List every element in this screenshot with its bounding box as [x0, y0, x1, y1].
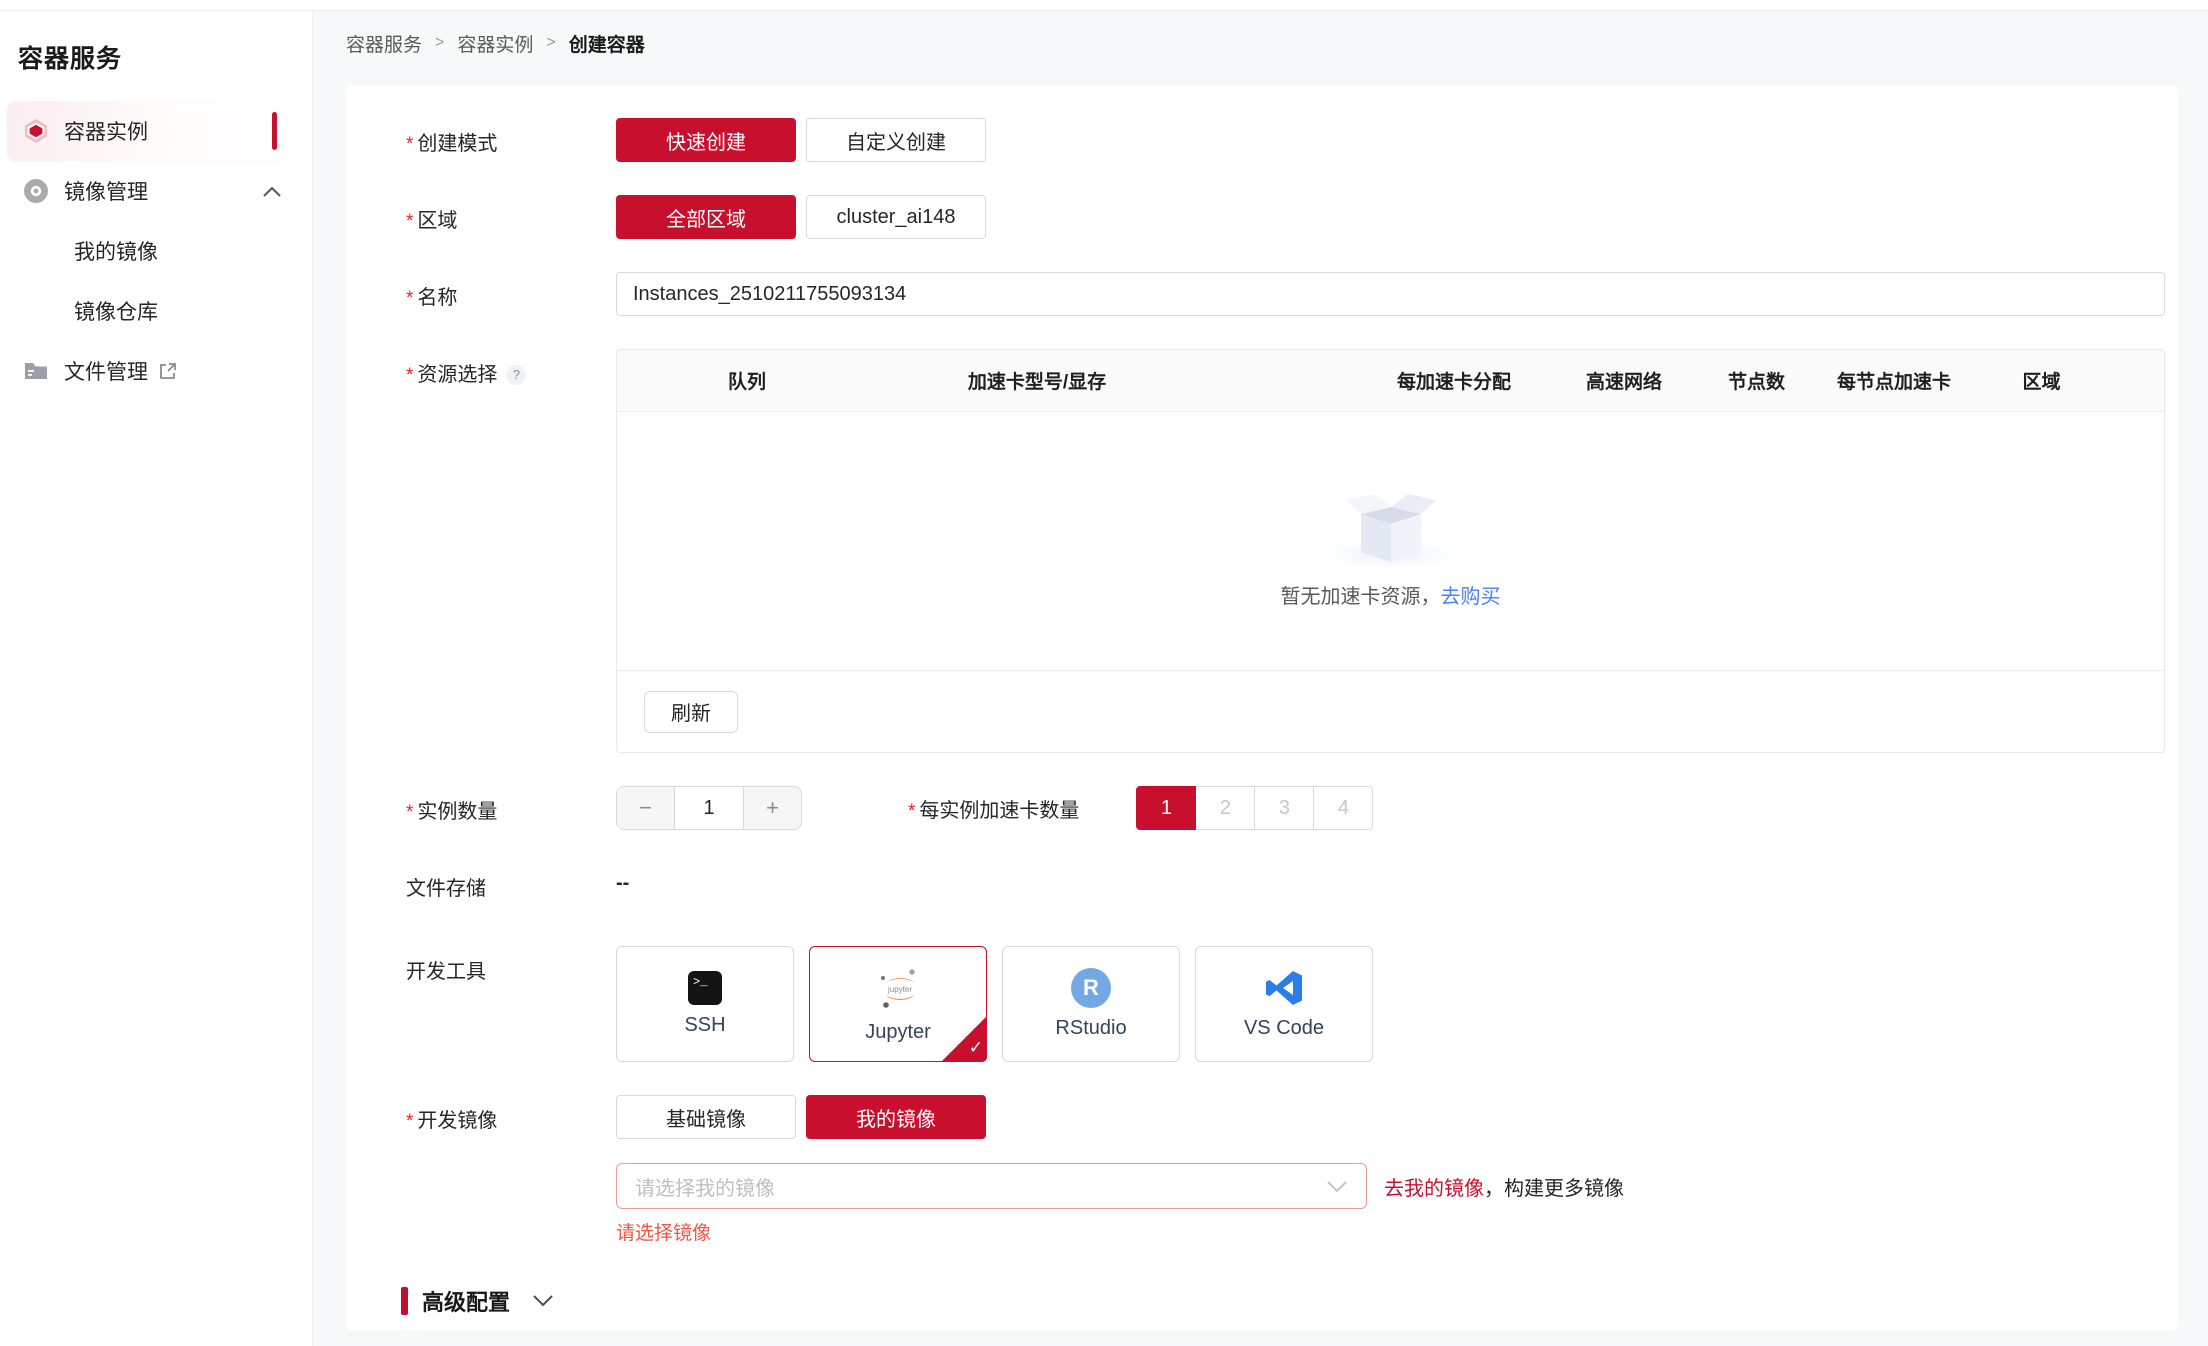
column-header-network: 高速网络	[1549, 367, 1699, 394]
cards-per-instance-label: *每实例加速卡数量	[908, 794, 1079, 823]
sidebar-item-file-management[interactable]: 文件管理	[0, 341, 312, 401]
refresh-button[interactable]: 刷新	[644, 691, 738, 733]
resource-table-header: 队列 加速卡型号/显存 每加速卡分配 高速网络 节点数 每节点加速卡 区域	[617, 350, 2164, 412]
my-image-select[interactable]: 请选择我的镜像	[616, 1163, 1367, 1209]
breadcrumb-container-instances[interactable]: 容器实例	[457, 30, 533, 57]
required-mark: *	[406, 134, 413, 155]
active-indicator-bar	[272, 112, 277, 150]
column-header-card-model: 加速卡型号/显存	[877, 367, 1197, 394]
stepper-increase-button[interactable]: +	[744, 787, 801, 829]
resource-empty-state: 暂无加速卡资源，去购买	[617, 412, 2164, 671]
sidebar-item-container-instances[interactable]: 容器实例	[7, 101, 286, 161]
column-header-per-card-alloc: 每加速卡分配	[1359, 367, 1549, 394]
create-mode-label: *创建模式	[406, 118, 616, 162]
cards-option-2[interactable]: 2	[1195, 786, 1255, 830]
dev-tool-label: RStudio	[1055, 1017, 1126, 1040]
sidebar-item-label: 容器实例	[64, 116, 148, 146]
column-header-queue: 队列	[617, 367, 877, 394]
advanced-config-title: 高级配置	[422, 1285, 510, 1317]
breadcrumb-separator: >	[435, 34, 444, 52]
buy-resources-link[interactable]: 去购买	[1441, 586, 1501, 608]
name-label: *名称	[406, 272, 616, 316]
build-more-images-text: ，构建更多镜像	[1484, 1172, 1624, 1201]
jupyter-icon: jupyter	[874, 964, 922, 1012]
dev-tools-label: 开发工具	[406, 946, 616, 1062]
external-link-icon	[158, 361, 178, 381]
sidebar-item-label: 我的镜像	[74, 236, 158, 266]
sidebar-item-image-repository[interactable]: 镜像仓库	[0, 281, 312, 341]
stepper-value[interactable]: 1	[674, 787, 744, 829]
required-mark: *	[406, 211, 413, 232]
cards-per-instance-options: 1 2 3 4	[1137, 786, 1373, 830]
main-area: 容器服务 > 容器实例 > 创建容器 *创建模式 快速创建 自定义创建 *区域	[313, 11, 2208, 1346]
region-cluster-button[interactable]: cluster_ai148	[806, 195, 986, 239]
required-mark: *	[406, 802, 413, 823]
chevron-up-icon[interactable]	[262, 185, 282, 198]
image-management-icon	[23, 178, 49, 204]
region-label: *区域	[406, 195, 616, 239]
sidebar-item-my-images[interactable]: 我的镜像	[0, 221, 312, 281]
resource-table: 队列 加速卡型号/显存 每加速卡分配 高速网络 节点数 每节点加速卡 区域	[616, 349, 2165, 753]
section-accent-bar	[401, 1287, 408, 1315]
dev-image-mine-button[interactable]: 我的镜像	[806, 1095, 986, 1139]
go-to-my-images-link[interactable]: 去我的镜像	[1384, 1172, 1484, 1201]
region-all-button[interactable]: 全部区域	[616, 195, 796, 239]
column-header-cards-per-node: 每节点加速卡	[1814, 367, 1974, 394]
create-container-form-card: *创建模式 快速创建 自定义创建 *区域 全部区域 cluster_ai148	[346, 85, 2178, 1330]
vscode-icon	[1264, 968, 1304, 1008]
breadcrumb-container-service[interactable]: 容器服务	[346, 30, 422, 57]
dev-tool-label: Jupyter	[865, 1021, 931, 1044]
file-storage-value: --	[616, 863, 629, 901]
stepper-decrease-button[interactable]: −	[617, 787, 674, 829]
folder-icon	[23, 358, 49, 384]
required-mark: *	[908, 801, 915, 822]
help-icon[interactable]: ?	[506, 365, 526, 385]
empty-box-icon	[1306, 474, 1476, 574]
cards-option-1[interactable]: 1	[1136, 786, 1196, 830]
ssh-terminal-icon: >_	[688, 971, 722, 1005]
selected-check-icon: ✓	[941, 1016, 987, 1062]
sidebar-item-label: 镜像管理	[64, 176, 148, 206]
sidebar-item-label: 文件管理	[64, 356, 148, 386]
column-header-region: 区域	[1974, 367, 2109, 394]
breadcrumb: 容器服务 > 容器实例 > 创建容器	[313, 11, 2208, 75]
sidebar-item-image-management[interactable]: 镜像管理	[0, 161, 312, 221]
dev-tool-label: VS Code	[1244, 1017, 1324, 1040]
breadcrumb-current-page: 创建容器	[569, 30, 645, 57]
chevron-down-icon	[1326, 1180, 1348, 1193]
top-divider	[0, 0, 2208, 11]
rstudio-icon: R	[1071, 968, 1111, 1008]
resource-select-label: *资源选择?	[406, 349, 616, 753]
svg-text:jupyter: jupyter	[887, 985, 912, 994]
required-mark: *	[406, 1111, 413, 1132]
breadcrumb-separator: >	[546, 34, 555, 52]
dev-tool-jupyter-card[interactable]: jupyter Jupyter ✓	[809, 946, 987, 1062]
advanced-config-header[interactable]: 高级配置	[401, 1285, 2178, 1317]
cards-option-3[interactable]: 3	[1254, 786, 1314, 830]
empty-state-text: 暂无加速卡资源，去购买	[1281, 580, 1501, 609]
dev-tool-vscode-card[interactable]: VS Code	[1195, 946, 1373, 1062]
dev-tool-ssh-card[interactable]: >_ SSH	[616, 946, 794, 1062]
instance-count-stepper: − 1 +	[616, 786, 802, 830]
cards-option-4[interactable]: 4	[1313, 786, 1373, 830]
instance-name-input[interactable]	[616, 272, 2165, 316]
file-storage-label: 文件存储	[406, 863, 616, 901]
dev-tool-label: SSH	[684, 1014, 725, 1037]
dev-tool-rstudio-card[interactable]: R RStudio	[1002, 946, 1180, 1062]
create-mode-quick-button[interactable]: 快速创建	[616, 118, 796, 162]
instance-count-label: *实例数量	[406, 786, 616, 830]
dev-image-label: *开发镜像	[406, 1095, 616, 1139]
required-mark: *	[406, 288, 413, 309]
required-mark: *	[406, 365, 413, 386]
sidebar: 容器服务 容器实例 镜像管理 我的镜像 镜像仓库	[0, 11, 313, 1346]
sidebar-item-label: 镜像仓库	[74, 296, 158, 326]
sidebar-title: 容器服务	[18, 39, 312, 75]
create-mode-custom-button[interactable]: 自定义创建	[806, 118, 986, 162]
chevron-down-icon[interactable]	[532, 1294, 554, 1308]
column-header-node-count: 节点数	[1699, 367, 1814, 394]
dev-image-base-button[interactable]: 基础镜像	[616, 1095, 796, 1139]
container-instance-icon	[23, 118, 49, 144]
select-placeholder: 请选择我的镜像	[635, 1172, 775, 1201]
image-select-error: 请选择镜像	[616, 1218, 1624, 1245]
